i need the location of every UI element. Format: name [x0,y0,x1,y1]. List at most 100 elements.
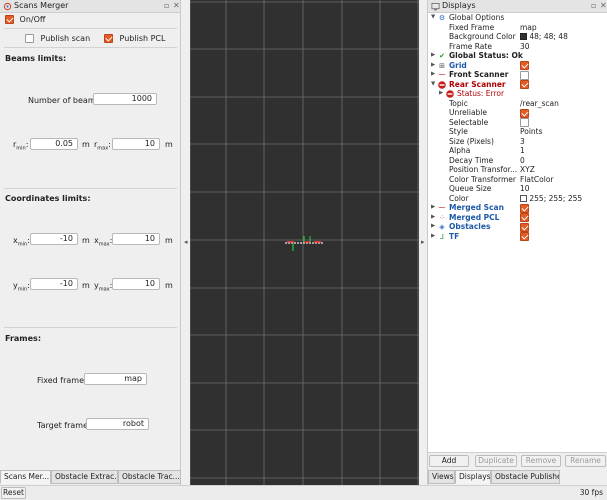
tree-row-merged-scan[interactable]: ▶ ⁓ Merged Scan [428,203,607,213]
expand-arrow-icon[interactable]: ▼ [431,80,435,90]
collapse-right-icon[interactable]: ▸ [421,238,425,246]
prop-value[interactable]: 3 [520,137,525,147]
x-max-input[interactable]: 10 [112,233,160,245]
render-viewport[interactable] [190,0,419,485]
y-max-input[interactable]: 10 [112,278,160,290]
tree-row-tf[interactable]: ▶ ⅃ TF [428,232,607,242]
tab-scans-merger[interactable]: Scans Mer... [0,470,51,484]
collapse-left-icon[interactable]: ◂ [184,238,188,246]
prop-value[interactable]: map [520,23,537,33]
expand-arrow-icon[interactable]: ▶ [431,61,435,71]
prop-value[interactable]: Points [520,127,543,137]
expand-arrow-icon[interactable]: ▼ [431,13,435,23]
selectable-checkbox[interactable] [520,118,529,127]
tree-row-position-transformer[interactable]: Position Transfor... XYZ [428,165,607,175]
tree-row-front-scanner[interactable]: ▶ ⁓ Front Scanner [428,70,607,80]
expand-arrow-icon[interactable]: ▶ [431,232,435,242]
tree-row-merged-pcl[interactable]: ▶ ⁘ Merged PCL [428,213,607,223]
enable-checkbox[interactable] [520,61,529,70]
right-splitter[interactable]: ▸ [419,0,427,485]
left-splitter[interactable]: ◂ [182,0,190,485]
reset-button[interactable]: Reset [1,487,26,499]
tree-row-alpha[interactable]: Alpha 1 [428,146,607,156]
tab-obstacle-publisher[interactable]: Obstacle Publisher [491,470,560,484]
tab-obstacle-extractor[interactable]: Obstacle Extrac... [51,470,118,484]
prop-value[interactable]: XYZ [520,165,535,175]
expand-arrow-icon[interactable]: ▶ [431,213,435,223]
tab-displays[interactable]: Displays [455,470,491,484]
divider [4,28,177,29]
r-min-input[interactable]: 0.05 [30,138,78,150]
color-value: 255; 255; 255 [529,193,583,203]
r-max-input[interactable]: 10 [112,138,160,150]
enable-checkbox[interactable] [520,232,529,241]
prop-value[interactable]: 30 [520,42,530,52]
fixed-frame-input[interactable]: map [84,373,147,385]
y-min-label: ymin: [13,281,30,293]
tree-row-color[interactable]: Color 255; 255; 255 [428,194,607,204]
tree-row-global-options[interactable]: ▼ ⚙ Global Options [428,13,607,23]
publish-scan-checkbox[interactable]: Publish scan [25,34,90,43]
tree-row-unreliable[interactable]: Unreliable [428,108,607,118]
publish-pcl-checkbox[interactable]: Publish PCL [104,34,165,43]
expand-arrow-icon[interactable]: ▶ [431,70,435,80]
tree-row-obstacles[interactable]: ▶ ◈ Obstacles [428,222,607,232]
unreliable-checkbox[interactable] [520,108,529,118]
tree-label: Global Status: Ok [449,51,523,60]
rename-button[interactable]: Rename [565,455,606,467]
remove-button[interactable]: Remove [521,455,561,467]
tree-row-frame-rate[interactable]: Frame Rate 30 [428,42,607,52]
publish-pcl-check[interactable] [104,34,113,43]
tree-row-style[interactable]: Style Points [428,127,607,137]
prop-value[interactable]: 48; 48; 48 [520,32,568,42]
num-beams-input[interactable]: 1000 [93,93,157,105]
target-frame-label: Target frame: [37,421,91,430]
on-off-check[interactable] [5,15,14,24]
float-icon[interactable]: ▫ [164,1,169,10]
close-icon[interactable]: ✕ [600,1,607,10]
expand-arrow-icon[interactable]: ▶ [431,222,435,232]
prop-name: Unreliable [449,108,487,117]
error-icon [438,80,446,89]
expand-arrow-icon[interactable]: ▶ [431,51,435,61]
displays-tree[interactable]: ▼ ⚙ Global Options Fixed Frame map Backg… [428,13,607,453]
publish-scan-check[interactable] [25,34,34,43]
add-button[interactable]: Add [429,455,469,467]
laser-scan-icon: ⁓ [438,71,446,79]
tree-row-background-color[interactable]: Background Color 48; 48; 48 [428,32,607,42]
enable-checkbox[interactable] [520,213,529,222]
duplicate-button[interactable]: Duplicate [475,455,517,467]
enable-checkbox[interactable] [520,80,529,89]
enable-checkbox[interactable] [520,222,529,232]
prop-value[interactable]: /rear_scan [520,99,559,109]
enable-checkbox[interactable] [520,70,529,80]
prop-value[interactable]: 1 [520,146,525,156]
tab-obstacle-tracker[interactable]: Obstacle Trac... [118,470,181,484]
enable-checkbox[interactable] [520,203,529,213]
tree-row-selectable[interactable]: Selectable [428,118,607,127]
y-min-input[interactable]: -10 [30,278,78,290]
tree-row-fixed-frame[interactable]: Fixed Frame map [428,23,607,33]
prop-value[interactable]: 10 [520,184,530,194]
prop-value[interactable]: 255; 255; 255 [520,194,582,204]
tree-row-queue-size[interactable]: Queue Size 10 [428,184,607,194]
tree-row-size[interactable]: Size (Pixels) 3 [428,137,607,147]
target-frame-input[interactable]: robot [86,418,149,430]
panel-icon [3,2,12,11]
float-icon[interactable]: ▫ [591,1,596,10]
prop-value[interactable]: 0 [520,156,525,166]
on-off-checkbox[interactable]: On/Off [5,15,45,24]
tree-row-color-transformer[interactable]: Color Transformer FlatColor [428,175,607,185]
tab-views[interactable]: Views [428,470,455,484]
x-min-input[interactable]: -10 [30,233,78,245]
close-icon[interactable]: ✕ [173,1,180,10]
expand-arrow-icon[interactable]: ▶ [431,203,435,213]
tree-row-status-error[interactable]: ▶ Status: Error [428,89,607,99]
tree-row-grid[interactable]: ▶ ⊞ Grid [428,61,607,71]
prop-value[interactable]: FlatColor [520,175,554,185]
expand-arrow-icon[interactable]: ▶ [439,89,443,99]
tree-row-rear-scanner[interactable]: ▼ Rear Scanner [428,80,607,90]
tree-row-global-status[interactable]: ▶ ✔ Global Status: Ok [428,51,607,61]
tree-row-topic[interactable]: Topic /rear_scan [428,99,607,109]
tree-row-decay[interactable]: Decay Time 0 [428,156,607,166]
